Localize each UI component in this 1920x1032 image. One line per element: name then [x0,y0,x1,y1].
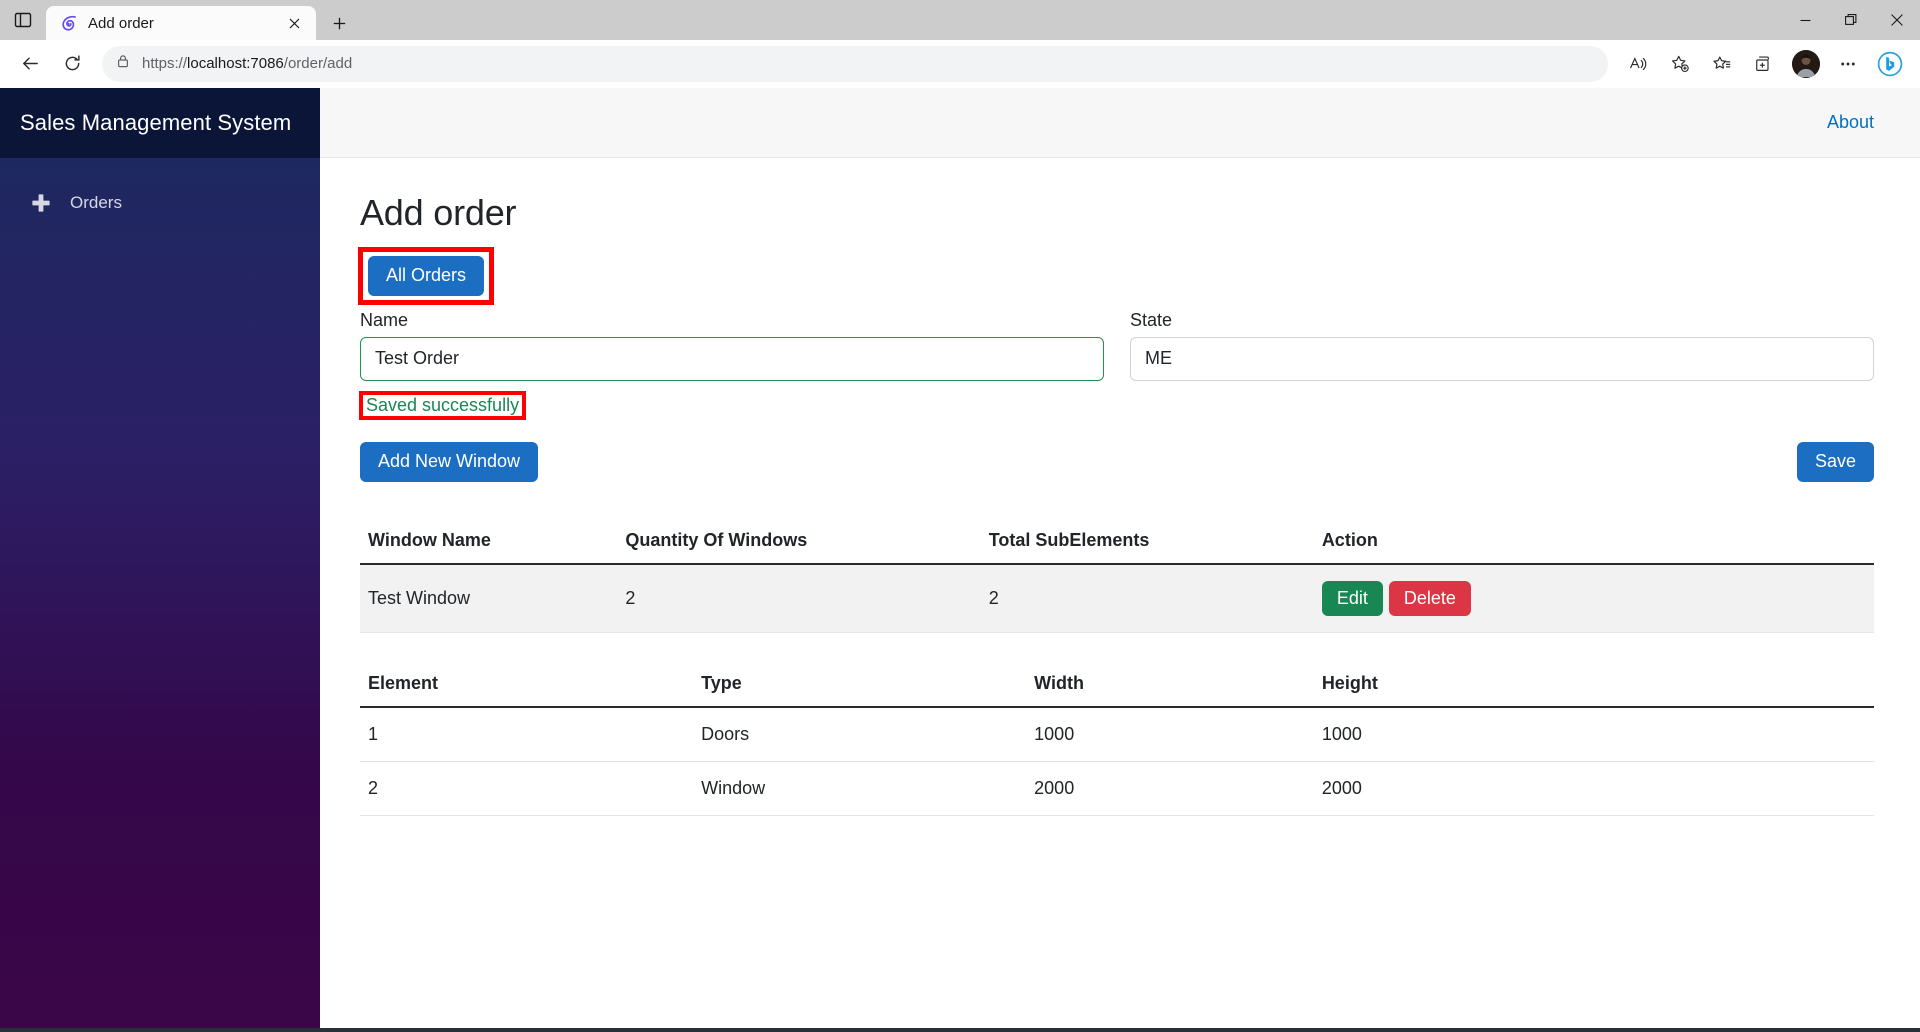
copilot-bing-icon[interactable] [1870,46,1910,82]
state-input[interactable] [1130,336,1874,381]
address-url: https://localhost:7086/order/add [142,55,353,72]
window-controls [1782,0,1920,40]
table-row[interactable]: 2 Window 2000 2000 [360,761,1874,817]
favorites-icon[interactable] [1702,46,1742,82]
saved-status-message: Saved successfully [366,394,520,415]
sidebar-brand[interactable]: Sales Management System [0,88,320,158]
form-actions: Add New Window Save [360,441,1874,482]
brand-title: Sales Management System [20,110,292,135]
cell-element: 1 [360,707,694,763]
add-favorite-icon[interactable] [1660,46,1700,82]
collections-icon[interactable] [1744,46,1784,82]
edit-button[interactable]: Edit [1321,580,1383,617]
browser-window: Add order https://localhost:7086/order/a… [0,0,1920,1032]
cell-action: Edit Delete [1313,563,1874,634]
app-sidebar: Sales Management System Orders [0,88,320,1028]
window-bottom-edge [0,1028,1920,1032]
cell-window-name: Test Window [360,563,618,634]
sidebar-item-orders[interactable]: Orders [0,184,320,222]
tab-title: Add order [88,14,154,32]
col-width: Width [1026,661,1314,709]
name-field-group: Name [360,310,1104,381]
col-quantity: Quantity Of Windows [617,517,981,565]
table-row[interactable]: Test Window 2 2 Edit Delete [360,563,1874,634]
lock-icon [116,54,130,73]
minimize-button[interactable] [1782,0,1828,40]
windows-table-head: Window Name Quantity Of Windows Total Su… [360,517,1874,565]
elements-table: Element Type Width Height 1 Doors 1000 1… [360,661,1874,817]
cell-width: 1000 [1026,707,1314,763]
blazor-favicon [60,14,78,32]
add-new-window-button[interactable]: Add New Window [360,441,539,482]
page-viewport: Sales Management System Orders About Add… [0,88,1920,1028]
sidebar-nav: Orders [0,158,320,222]
row-action-buttons: Edit Delete [1321,580,1866,617]
cell-height: 2000 [1313,761,1874,817]
delete-button[interactable]: Delete [1388,580,1471,617]
toolbar-right-icons [1618,46,1910,82]
col-height: Height [1313,661,1874,709]
col-total-subelements: Total SubElements [980,517,1314,565]
windows-table: Window Name Quantity Of Windows Total Su… [360,517,1874,634]
settings-more-icon[interactable] [1828,46,1868,82]
cell-total-subelements: 2 [980,563,1314,634]
cell-type: Window [693,761,1027,817]
browser-titlebar: Add order [0,0,1920,40]
windows-table-body: Test Window 2 2 Edit Delete [360,563,1874,634]
browser-toolbar: https://localhost:7086/order/add [0,40,1920,88]
elements-table-head: Element Type Width Height [360,661,1874,709]
col-type: Type [693,661,1027,709]
tab-actions-icon[interactable] [0,0,46,40]
cell-quantity: 2 [617,563,981,634]
save-button[interactable]: Save [1796,441,1874,482]
address-bar[interactable]: https://localhost:7086/order/add [102,45,1608,82]
new-tab-button[interactable] [322,6,356,40]
page-content: Add order All Orders Name State [320,158,1920,1028]
refresh-icon[interactable] [52,46,92,82]
state-label: State [1130,309,1173,330]
saved-message-annotation: Saved successfully [358,390,527,420]
cell-element: 2 [360,761,694,817]
plus-icon [30,192,52,214]
cell-height: 1000 [1313,707,1874,763]
page-title: Add order [360,192,517,233]
close-button[interactable] [1874,0,1920,40]
sidebar-item-label: Orders [70,193,122,212]
all-orders-container: All Orders [357,247,1874,305]
restore-button[interactable] [1828,0,1874,40]
saved-message-container: Saved successfully [358,390,1874,420]
profile-avatar[interactable] [1786,46,1826,82]
elements-table-body: 1 Doors 1000 1000 2 Window 2000 2000 [360,707,1874,817]
content-column: About Add order All Orders Name State [320,88,1920,1028]
browser-tab[interactable]: Add order [46,6,316,40]
avatar [1792,49,1820,78]
app-topbar: About [320,88,1920,158]
read-aloud-icon[interactable] [1618,46,1658,82]
windows-header-row: Window Name Quantity Of Windows Total Su… [360,517,1874,565]
name-input[interactable] [360,336,1104,381]
order-form: Name State [360,310,1874,381]
elements-header-row: Element Type Width Height [360,661,1874,709]
cell-width: 2000 [1026,761,1314,817]
name-label: Name [360,309,409,330]
back-icon[interactable] [10,46,50,82]
state-field-group: State [1130,310,1874,381]
table-row[interactable]: 1 Doors 1000 1000 [360,707,1874,763]
tab-close-icon[interactable] [282,11,306,35]
col-window-name: Window Name [360,517,618,565]
col-action: Action [1313,517,1874,565]
all-orders-button[interactable]: All Orders [368,256,485,296]
col-element: Element [360,661,694,709]
about-link[interactable]: About [1827,112,1874,133]
cell-type: Doors [693,707,1027,763]
all-orders-annotation: All Orders [357,247,495,305]
